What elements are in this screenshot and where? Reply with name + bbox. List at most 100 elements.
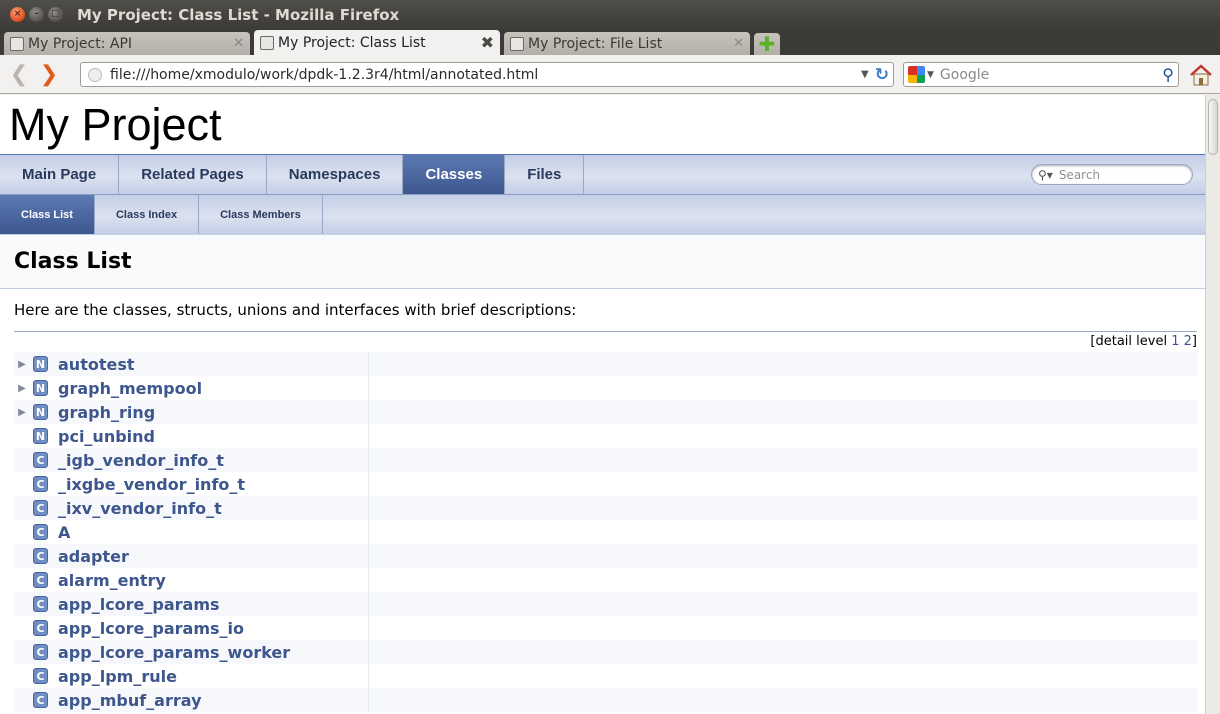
class-description: [368, 448, 1197, 472]
class-link[interactable]: app_lcore_params_worker: [58, 643, 368, 662]
class-row: C app_lcore_params_worker: [14, 640, 1197, 664]
class-link[interactable]: app_lcore_params: [58, 595, 368, 614]
namespace-icon: N: [33, 356, 48, 372]
browser-tab-class-list[interactable]: My Project: Class List ✖: [254, 30, 500, 55]
class-link[interactable]: graph_mempool: [58, 379, 368, 398]
tab-spacer: [584, 155, 1031, 194]
class-link[interactable]: autotest: [58, 355, 368, 374]
namespace-icon: N: [33, 428, 48, 444]
home-button[interactable]: [1188, 63, 1214, 87]
class-description: [368, 640, 1197, 664]
browser-tab-api[interactable]: My Project: API ✕: [4, 32, 250, 55]
class-link[interactable]: _igb_vendor_info_t: [58, 451, 368, 470]
new-tab-button[interactable]: ✚: [754, 33, 780, 55]
window-close-button[interactable]: ×: [10, 7, 25, 22]
detail-level-1-link[interactable]: 1: [1171, 334, 1179, 349]
class-row: ▶ N graph_mempool: [14, 376, 1197, 400]
url-bar[interactable]: file:///home/xmodulo/work/dpdk-1.2.3r4/h…: [80, 62, 894, 87]
tab-close-icon[interactable]: ✖: [481, 33, 494, 52]
tab-files[interactable]: Files: [505, 155, 585, 194]
intro-text: Here are the classes, structs, unions an…: [14, 301, 577, 319]
web-search-bar[interactable]: ▼ Google ⚲: [903, 62, 1179, 87]
class-description: [368, 400, 1197, 424]
tab-namespaces[interactable]: Namespaces: [267, 155, 404, 194]
site-identity-icon[interactable]: [88, 67, 102, 82]
class-row: ▶ N graph_ring: [14, 400, 1197, 424]
class-row: ▶ N autotest: [14, 352, 1197, 376]
tab-label: My Project: API: [28, 35, 133, 52]
doc-search-input[interactable]: Search: [1059, 168, 1100, 182]
window-maximize-button[interactable]: □: [48, 7, 63, 22]
class-description: [368, 352, 1197, 376]
class-description: [368, 544, 1197, 568]
search-icon[interactable]: ⚲: [1162, 65, 1174, 84]
tab-class-members[interactable]: Class Members: [199, 195, 323, 234]
page-favicon-icon: [10, 36, 24, 51]
detail-level-prefix: [detail level: [1090, 334, 1168, 349]
plus-icon: ✚: [758, 32, 776, 56]
class-link[interactable]: pci_unbind: [58, 427, 368, 446]
class-icon: C: [33, 668, 48, 684]
detail-level-2-link[interactable]: 2: [1184, 334, 1192, 349]
class-list: [detail level 1 2] ▶ N autotest ▶ N grap…: [14, 331, 1197, 712]
class-link[interactable]: _ixv_vendor_info_t: [58, 499, 368, 518]
tab-related-pages[interactable]: Related Pages: [119, 155, 267, 194]
expand-arrow-icon[interactable]: ▶: [14, 383, 30, 394]
class-link[interactable]: graph_ring: [58, 403, 368, 422]
class-row: C A: [14, 520, 1197, 544]
window-titlebar: × – □ My Project: Class List - Mozilla F…: [0, 0, 1220, 29]
vertical-scrollbar[interactable]: [1205, 95, 1220, 714]
class-link[interactable]: _ixgbe_vendor_info_t: [58, 475, 368, 494]
tab-close-icon[interactable]: ✕: [233, 36, 244, 51]
class-description: [368, 592, 1197, 616]
search-engine-dropdown-icon[interactable]: ▼: [927, 70, 934, 80]
tab-main-page[interactable]: Main Page: [0, 155, 120, 194]
class-icon: C: [33, 524, 48, 540]
page-favicon-icon: [510, 36, 524, 51]
back-button[interactable]: ❮: [6, 61, 32, 87]
tab-class-list[interactable]: Class List: [0, 195, 95, 234]
class-link[interactable]: adapter: [58, 547, 368, 566]
class-row: C _ixv_vendor_info_t: [14, 496, 1197, 520]
class-sub-tabs: Class List Class Index Class Members: [0, 195, 1205, 235]
window-controls: × – □: [10, 7, 63, 22]
class-description: [368, 496, 1197, 520]
url-text[interactable]: file:///home/xmodulo/work/dpdk-1.2.3r4/h…: [110, 67, 861, 83]
class-link[interactable]: A: [58, 523, 368, 542]
reload-icon[interactable]: ↻: [875, 65, 889, 85]
scrollbar-thumb[interactable]: [1208, 99, 1218, 155]
class-row: C adapter: [14, 544, 1197, 568]
forward-button[interactable]: ❯: [36, 61, 62, 87]
tab-classes[interactable]: Classes: [403, 155, 506, 194]
page-content: My Project Main Page Related Pages Names…: [0, 95, 1205, 714]
page-heading: Class List: [0, 235, 1205, 289]
class-link[interactable]: alarm_entry: [58, 571, 368, 590]
browser-tab-strip: My Project: API ✕ My Project: Class List…: [0, 29, 1220, 55]
expand-arrow-icon[interactable]: ▶: [14, 407, 30, 418]
class-link[interactable]: app_lpm_rule: [58, 667, 368, 686]
class-description: [368, 472, 1197, 496]
browser-tab-file-list[interactable]: My Project: File List ✕: [504, 32, 750, 55]
main-navigation-tabs: Main Page Related Pages Namespaces Class…: [0, 155, 1205, 195]
tab-class-index[interactable]: Class Index: [95, 195, 200, 234]
class-description: [368, 520, 1197, 544]
window-title: My Project: Class List - Mozilla Firefox: [77, 5, 400, 24]
class-link[interactable]: app_mbuf_array: [58, 691, 368, 710]
web-search-input[interactable]: Google: [940, 67, 1162, 83]
project-title: My Project: [0, 95, 1205, 155]
class-link[interactable]: app_lcore_params_io: [58, 619, 368, 638]
class-description: [368, 616, 1197, 640]
tab-label: My Project: Class List: [278, 34, 426, 51]
google-engine-icon[interactable]: [908, 66, 925, 83]
tab-close-icon[interactable]: ✕: [733, 36, 744, 51]
namespace-icon: N: [33, 380, 48, 396]
class-description: [368, 568, 1197, 592]
class-icon: C: [33, 692, 48, 708]
search-icon[interactable]: ⚲▾: [1038, 168, 1053, 182]
detail-level-suffix: ]: [1191, 334, 1197, 349]
chevron-right-icon: ❯: [39, 61, 59, 87]
url-history-dropdown-icon[interactable]: ▼: [861, 69, 869, 80]
doc-search-box[interactable]: ⚲▾ Search: [1031, 164, 1193, 185]
window-minimize-button[interactable]: –: [29, 7, 44, 22]
expand-arrow-icon[interactable]: ▶: [14, 359, 30, 370]
